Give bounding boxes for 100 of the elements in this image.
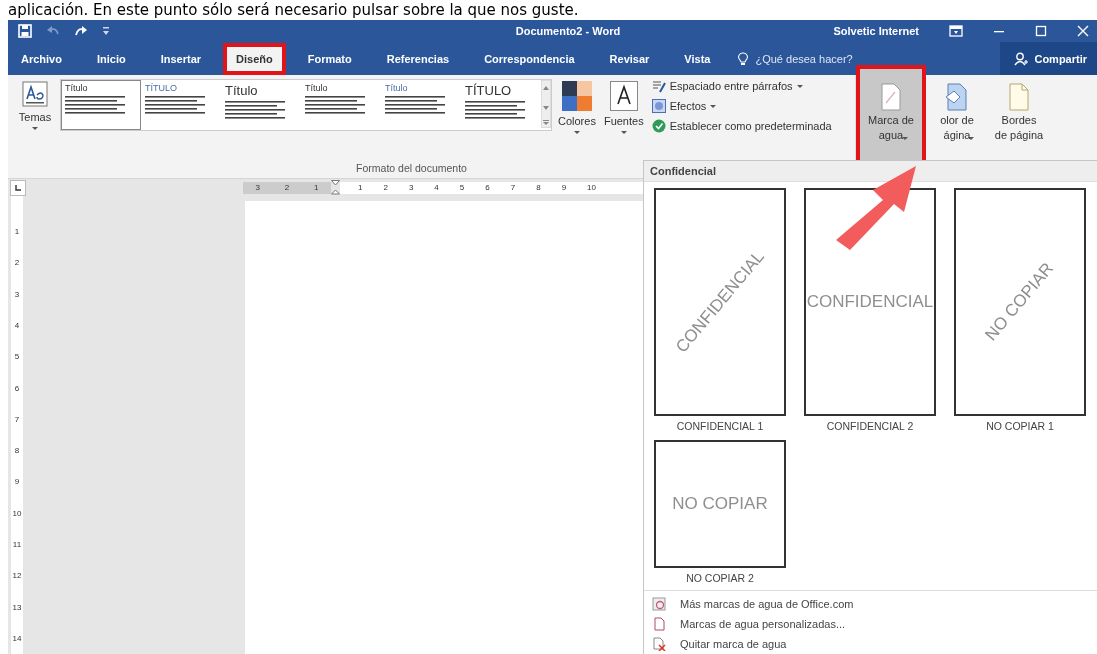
ruler-number: 7	[14, 414, 20, 424]
style-thumbnail[interactable]: Título	[381, 80, 461, 130]
text-lines-drawing	[465, 101, 525, 121]
caret-icon	[32, 127, 38, 130]
caption-text: aplicación. En este punto sólo será necesario pulsar sobre la que nos guste.	[7, 0, 580, 20]
menu-item[interactable]: Más marcas de agua de Office.com	[652, 597, 1090, 611]
style-thumbnail[interactable]: Título	[221, 80, 301, 130]
ruler-number: 12	[12, 571, 22, 581]
customize-icon[interactable]	[102, 26, 110, 36]
window-title: Documento2 - Word	[514, 25, 622, 37]
tell-me-field[interactable]: ¿Qué desea hacer?	[738, 51, 878, 66]
ruler-number: 7	[510, 183, 516, 192]
text-lines-drawing	[145, 96, 205, 116]
ruler-number: 8	[536, 183, 541, 192]
ruler-number: 11	[12, 539, 22, 549]
effects-icon	[651, 99, 666, 113]
ruler-number: 3	[14, 289, 20, 299]
ruler-number: 14	[12, 633, 22, 643]
watermark-option[interactable]: NO COPIAR NO COPIAR 2	[654, 440, 786, 584]
group-label: Formato del documento	[356, 162, 467, 176]
ribbon-tab[interactable]: Diseño	[223, 42, 286, 75]
watermark-label: NO COPIAR 1	[986, 420, 1054, 432]
ruler-number: 1	[314, 183, 319, 192]
ruler-number: 1	[14, 227, 20, 237]
ribbon-tab[interactable]: Archivo	[8, 42, 75, 75]
lightbulb-icon	[738, 51, 749, 66]
style-thumbnail[interactable]: TÍTULO	[141, 80, 221, 130]
tab-selector[interactable]	[10, 179, 26, 196]
save-icon[interactable]	[18, 24, 32, 38]
menu-header: Confidencial	[644, 161, 1097, 182]
ribbon-tab[interactable]: Revisar	[596, 42, 663, 75]
ribbon-tab[interactable]: Formato	[294, 42, 365, 75]
ruler-number: 4	[434, 183, 439, 192]
ruler-number: 1	[358, 183, 363, 192]
ruler-number: 5	[459, 183, 465, 192]
style-thumbnail[interactable]: TÍTULO	[461, 80, 541, 130]
ruler-number: 2	[383, 183, 388, 192]
themes-icon	[22, 81, 48, 107]
ribbon-command[interactable]: Establecer como predeterminada	[651, 119, 832, 133]
ruler-number: 6	[485, 183, 490, 192]
share-button[interactable]: Compartir	[1000, 42, 1097, 75]
font-letter-icon	[609, 81, 638, 111]
paragraph-spacing-icon	[651, 79, 666, 93]
ruler-number: 8	[14, 446, 20, 456]
text-lines-drawing	[385, 96, 445, 116]
watermark-page-icon	[878, 83, 904, 111]
watermark-label: CONFIDENCIAL 1	[676, 420, 764, 432]
ruler-number: 5	[14, 352, 20, 362]
ruler-number: 10	[587, 183, 596, 192]
watermark-text: NO COPIAR	[672, 494, 768, 514]
ruler-number: 2	[14, 258, 20, 268]
watermark-option[interactable]: CONFIDENCIAL CONFIDENCIAL 2	[804, 188, 936, 432]
watermark-label: NO COPIAR 2	[686, 572, 754, 584]
ribbon-button[interactable]: Bordes de página	[988, 75, 1050, 145]
watermark-label: CONFIDENCIAL 2	[826, 420, 914, 432]
web-page-icon	[652, 597, 666, 611]
themes-button[interactable]: Temas	[14, 79, 56, 132]
ruler-number: 6	[14, 383, 20, 393]
ribbon-button[interactable]: olor de ágina	[926, 75, 988, 142]
ruler-number: 9	[561, 183, 567, 192]
menu-item[interactable]: Marcas de agua personalizadas...	[652, 617, 1090, 631]
caret-icon	[573, 131, 580, 134]
ribbon-tab[interactable]: Correspondencia	[471, 42, 588, 75]
redo-icon[interactable]	[74, 24, 88, 38]
person-icon	[1014, 51, 1029, 66]
ribbon-command[interactable]: Efectos	[651, 99, 832, 113]
page-borders-icon	[1006, 83, 1032, 111]
style-thumbnail[interactable]: Título	[61, 80, 141, 130]
ribbon-tab[interactable]: Insertar	[147, 42, 215, 75]
ribbon-tab[interactable]: Referencias	[373, 42, 463, 75]
ribbon-display-icon[interactable]	[949, 25, 963, 37]
ruler-number: 9	[14, 477, 20, 487]
watermark-text: CONFIDENCIAL	[806, 292, 934, 312]
ruler-number: 3	[408, 183, 414, 192]
ribbon-tab[interactable]: Inicio	[83, 42, 139, 75]
text-lines-drawing	[225, 101, 285, 121]
ruler-number: 4	[14, 321, 20, 330]
caret-icon	[620, 131, 627, 134]
ribbon-command[interactable]: Espaciado entre párrafos	[651, 79, 832, 93]
text-lines-drawing	[65, 96, 125, 116]
fonts-button[interactable]: Fuentes	[601, 79, 646, 136]
page-color-icon	[944, 83, 970, 111]
menu-item[interactable]: Quitar marca de agua	[652, 637, 1090, 651]
checkmark-icon	[651, 119, 666, 133]
remove-page-icon	[652, 637, 666, 651]
page-icon	[652, 617, 666, 631]
maximize-icon[interactable]	[1035, 25, 1047, 37]
account-name[interactable]: Solvetic Internet	[833, 25, 919, 37]
style-thumbnail[interactable]: Título	[301, 80, 381, 130]
close-icon[interactable]	[1077, 25, 1089, 37]
ruler-number: 2	[284, 183, 290, 192]
gallery-scroll-icon[interactable]	[541, 80, 551, 128]
color-palette-icon	[561, 81, 592, 111]
ribbon-tab[interactable]: Vista	[671, 42, 724, 75]
tab-stop-icon	[14, 183, 22, 192]
text-lines-drawing	[305, 96, 365, 116]
indent-marker-icon[interactable]	[331, 179, 340, 196]
colors-button[interactable]: Colores	[556, 79, 598, 136]
ruler-number: 3	[255, 183, 260, 192]
ruler-number: 10	[12, 508, 22, 518]
